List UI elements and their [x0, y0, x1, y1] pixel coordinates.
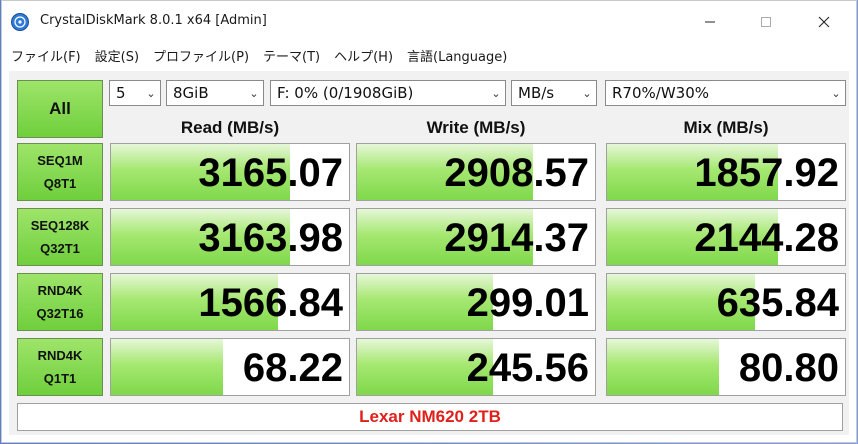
menu-profile[interactable]: プロファイル(P) — [148, 46, 254, 65]
maximize-button[interactable] — [738, 1, 794, 43]
row-label-line2: Q8T1 — [43, 176, 77, 191]
result-cell: 80.80 — [606, 338, 846, 396]
test-size-select[interactable]: 8GiB ⌄ — [166, 80, 264, 106]
test-size-value: 8GiB — [173, 84, 209, 102]
mix-result: 1857.92 — [694, 151, 839, 195]
row-label-line2: Q32T1 — [40, 241, 80, 256]
read-result: 3165.07 — [198, 151, 343, 195]
close-icon — [818, 16, 830, 28]
seq128k-q32t1-button[interactable]: SEQ128K Q32T1 — [17, 208, 103, 266]
write-result: 245.56 — [466, 346, 589, 390]
chevron-down-icon: ⌄ — [491, 86, 501, 100]
menu-settings[interactable]: 設定(S) — [90, 46, 144, 65]
rnd4k-q1t1-button[interactable]: RND4K Q1T1 — [17, 338, 103, 396]
minimize-icon — [705, 21, 715, 23]
title-bar[interactable]: CrystalDiskMark 8.0.1 x64 [Admin] — [2, 1, 856, 43]
all-button[interactable]: All — [17, 80, 103, 138]
mix-ratio-value: R70%/W30% — [612, 84, 709, 102]
mix-ratio-select[interactable]: R70%/W30% ⌄ — [605, 80, 846, 106]
result-cell: 2144.28 — [606, 208, 846, 266]
unit-select[interactable]: MB/s ⌄ — [511, 80, 597, 106]
read-result: 1566.84 — [198, 281, 343, 325]
menu-file[interactable]: ファイル(F) — [6, 46, 86, 65]
mix-result: 80.80 — [738, 346, 839, 390]
disk-icon — [11, 13, 29, 31]
write-result: 299.01 — [466, 281, 589, 325]
result-cell: 1566.84 — [110, 273, 350, 331]
menu-language[interactable]: 言語(Language) — [402, 46, 512, 65]
result-cell: 2908.57 — [356, 143, 596, 201]
seq1m-q8t1-button[interactable]: SEQ1M Q8T1 — [17, 143, 103, 201]
drive-select[interactable]: F: 0% (0/1908GiB) ⌄ — [270, 80, 506, 106]
row-label-line1: SEQ128K — [30, 218, 90, 233]
menu-bar: ファイル(F) 設定(S) プロファイル(P) テーマ(T) ヘルプ(H) 言語… — [2, 43, 856, 67]
result-cell: 635.84 — [606, 273, 846, 331]
mix-header: Mix (MB/s) — [683, 118, 769, 137]
result-cell: 299.01 — [356, 273, 596, 331]
unit-value: MB/s — [518, 84, 555, 102]
read-result: 68.22 — [242, 346, 343, 390]
menu-theme[interactable]: テーマ(T) — [258, 46, 325, 65]
row-label-line2: Q32T16 — [36, 306, 84, 321]
rnd4k-q32t16-button[interactable]: RND4K Q32T16 — [17, 273, 103, 331]
result-cell: 3165.07 — [110, 143, 350, 201]
menu-help[interactable]: ヘルプ(H) — [329, 46, 398, 65]
close-button[interactable] — [796, 1, 852, 43]
drive-value: F: 0% (0/1908GiB) — [277, 84, 414, 102]
read-result: 3163.98 — [198, 216, 343, 260]
row-label-line1: SEQ1M — [37, 153, 83, 168]
result-bar — [607, 339, 719, 395]
row-label-line1: RND4K — [37, 348, 83, 363]
row-label-line2: Q1T1 — [43, 371, 77, 386]
mix-result: 2144.28 — [694, 216, 839, 260]
minimize-button[interactable] — [682, 1, 738, 43]
comment-field[interactable]: Lexar NM620 2TB — [17, 403, 843, 431]
benchmark-panel: All 5 ⌄ 8GiB ⌄ F: 0% (0/1908GiB) ⌄ MB/s … — [9, 71, 849, 435]
chevron-down-icon: ⌄ — [249, 86, 259, 100]
result-cell: 68.22 — [110, 338, 350, 396]
window-title: CrystalDiskMark 8.0.1 x64 [Admin] — [40, 13, 267, 28]
write-result: 2908.57 — [444, 151, 589, 195]
row-label-line1: RND4K — [37, 283, 83, 298]
result-bar — [111, 339, 223, 395]
result-cell: 245.56 — [356, 338, 596, 396]
write-header: Write (MB/s) — [426, 118, 526, 137]
test-count-value: 5 — [116, 84, 126, 102]
chevron-down-icon: ⌄ — [831, 86, 841, 100]
test-count-select[interactable]: 5 ⌄ — [109, 80, 161, 106]
write-result: 2914.37 — [444, 216, 589, 260]
read-header: Read (MB/s) — [180, 118, 280, 137]
chevron-down-icon: ⌄ — [582, 86, 592, 100]
chevron-down-icon: ⌄ — [146, 86, 156, 100]
result-cell: 3163.98 — [110, 208, 350, 266]
mix-result: 635.84 — [716, 281, 839, 325]
result-cell: 2914.37 — [356, 208, 596, 266]
result-cell: 1857.92 — [606, 143, 846, 201]
app-window: CrystalDiskMark 8.0.1 x64 [Admin] ファイル(F… — [1, 0, 857, 443]
maximize-icon — [761, 17, 771, 27]
